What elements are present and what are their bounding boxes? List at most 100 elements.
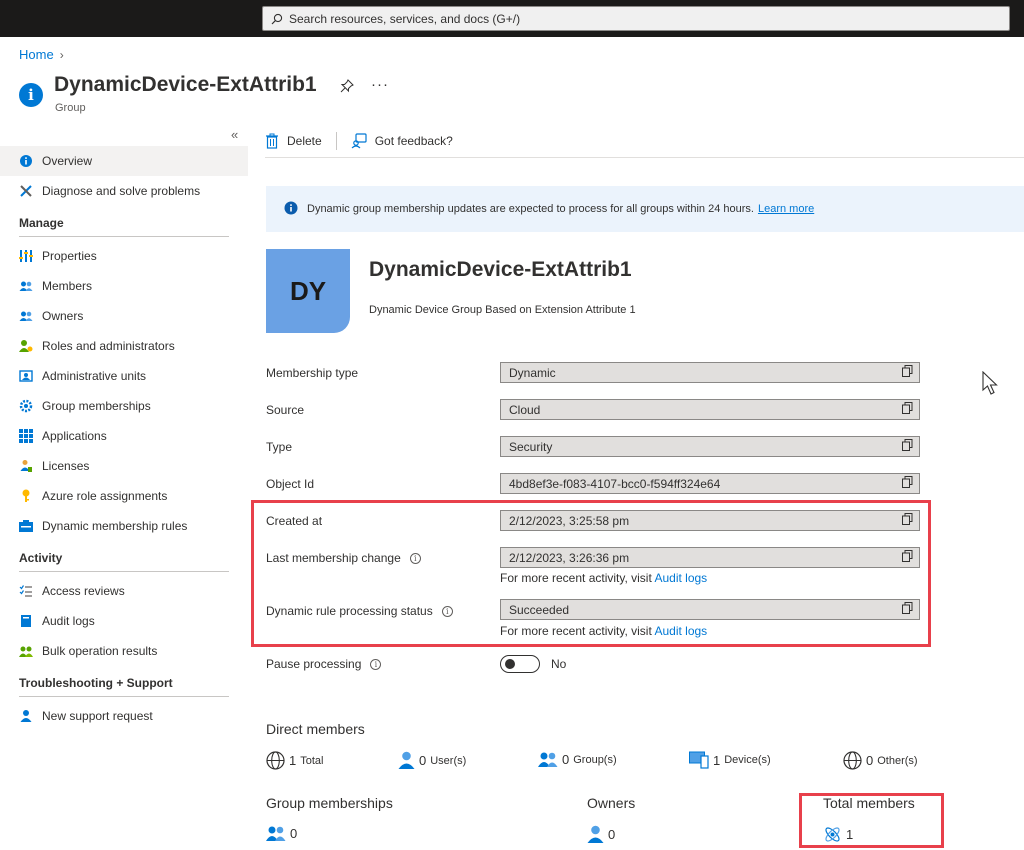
atom-icon (825, 827, 840, 842)
members-icon (19, 279, 33, 293)
field-value: Cloud (509, 402, 541, 417)
group-memberships-count[interactable]: 0 (266, 825, 297, 842)
feedback-label: Got feedback? (374, 134, 453, 148)
stat-count: 0 (290, 826, 298, 841)
source-field: Cloud (500, 399, 920, 420)
copy-icon[interactable] (902, 439, 913, 454)
book-icon (19, 614, 33, 628)
group-icon (538, 752, 558, 767)
stat-count: 0 (562, 752, 570, 767)
copy-icon[interactable] (902, 476, 913, 491)
delete-button[interactable]: Delete (265, 133, 322, 149)
sidebar-item-properties[interactable]: Properties (0, 241, 248, 271)
group-name: DynamicDevice-ExtAttrib1 (369, 258, 632, 281)
stat-count: 0 (866, 753, 874, 768)
label-text: Membership type (266, 366, 359, 380)
group-avatar: DY (266, 249, 350, 333)
stat-label: Device(s) (724, 754, 771, 766)
sidebar-item-label: Applications (42, 429, 107, 443)
page-title: DynamicDevice-ExtAttrib1 (54, 73, 317, 96)
sidebar-item-label: New support request (42, 709, 153, 723)
breadcrumb: Home › (19, 47, 64, 62)
sidebar-item-overview[interactable]: Overview (0, 146, 248, 176)
trash-icon (266, 133, 278, 149)
stat-label: User(s) (430, 754, 467, 767)
info-banner: Dynamic group membership updates are exp… (266, 186, 1024, 232)
source-label: Source (266, 403, 304, 417)
total-members-stat[interactable]: 1 Total (266, 751, 323, 770)
support-person-icon (19, 709, 33, 723)
globe-icon (266, 751, 285, 770)
sidebar-item-label: Audit logs (42, 614, 95, 628)
sidebar-item-admin-units[interactable]: Administrative units (0, 361, 248, 391)
rules-icon (19, 519, 33, 533)
field-value: 4bd8ef3e-f083-4107-bcc0-f594ff324e64 (509, 476, 721, 491)
sidebar-item-licenses[interactable]: Licenses (0, 451, 248, 481)
globe-icon (843, 751, 862, 770)
sidebar-item-access-reviews[interactable]: Access reviews (0, 576, 248, 606)
sidebar-item-label: Properties (42, 249, 97, 263)
sidebar-item-label: Licenses (42, 459, 90, 473)
sidebar-item-label: Roles and administrators (42, 339, 175, 353)
sidebar-item-roles[interactable]: Roles and administrators (0, 331, 248, 361)
more-options-button[interactable]: ··· (371, 76, 389, 93)
info-icon: i (19, 83, 43, 107)
owners-title: Owners (587, 795, 636, 811)
feedback-button[interactable]: Got feedback? (351, 133, 453, 149)
sidebar-item-new-support-request[interactable]: New support request (0, 701, 248, 731)
devices-stat[interactable]: 1 Device(s) (689, 751, 771, 769)
sidebar-item-applications[interactable]: Applications (0, 421, 248, 451)
apps-grid-icon (19, 429, 33, 443)
sidebar-item-label: Azure role assignments (42, 489, 168, 503)
sidebar-item-azure-roles[interactable]: Azure role assignments (0, 481, 248, 511)
stat-count: 1 (713, 752, 721, 768)
sidebar-item-audit-logs[interactable]: Audit logs (0, 606, 248, 636)
info-tooltip-icon[interactable]: i (370, 658, 382, 670)
copy-icon[interactable] (902, 402, 913, 417)
user-icon (398, 751, 415, 769)
copy-icon[interactable] (902, 365, 913, 380)
total-members-title: Total members (823, 795, 915, 811)
users-stat[interactable]: 0 User(s) (398, 751, 466, 770)
pin-icon[interactable] (340, 79, 354, 93)
properties-icon (19, 249, 33, 263)
sidebar-item-dynamic-rules[interactable]: Dynamic membership rules (0, 511, 248, 541)
roles-icon (19, 339, 33, 353)
learn-more-link[interactable]: Learn more (758, 203, 814, 215)
total-members-count[interactable]: 1 (823, 825, 853, 844)
bulk-icon (19, 644, 33, 658)
sidebar-item-owners[interactable]: Owners (0, 301, 248, 331)
label-text: Type (266, 440, 293, 454)
membership-type-label: Membership type (266, 366, 358, 380)
label-text: Object Id (266, 477, 315, 491)
owners-count[interactable]: 0 (587, 825, 615, 844)
breadcrumb-home[interactable]: Home (19, 47, 54, 62)
stat-label: Group(s) (573, 753, 617, 766)
gear-icon (19, 399, 33, 413)
section-divider (19, 571, 229, 572)
group-memberships-title: Group memberships (266, 795, 393, 811)
admin-units-icon (19, 369, 33, 383)
collapse-sidebar-button[interactable]: « (231, 127, 238, 142)
others-stat[interactable]: 0 Other(s) (843, 751, 918, 770)
sidebar-item-members[interactable]: Members (0, 271, 248, 301)
stat-count: 1 (846, 827, 854, 842)
key-icon (19, 489, 33, 503)
sidebar-item-label: Dynamic membership rules (42, 519, 188, 533)
toggle-knob (505, 659, 515, 669)
sidebar-item-diagnose[interactable]: Diagnose and solve problems (0, 176, 248, 206)
sidebar-item-label: Access reviews (42, 584, 125, 598)
search-input[interactable]: Search resources, services, and docs (G+… (262, 6, 1010, 31)
sidebar-item-bulk-operations[interactable]: Bulk operation results (0, 636, 248, 666)
sidebar-item-label: Diagnose and solve problems (42, 184, 201, 198)
object-id-field: 4bd8ef3e-f083-4107-bcc0-f594ff324e64 (500, 473, 920, 494)
section-troubleshooting: Troubleshooting + Support (19, 676, 173, 690)
groups-stat[interactable]: 0 Group(s) (538, 751, 617, 768)
pause-processing-toggle[interactable] (500, 655, 540, 673)
section-manage: Manage (19, 216, 64, 230)
stat-label: Other(s) (877, 754, 918, 767)
sidebar-item-group-memberships[interactable]: Group memberships (0, 391, 248, 421)
sidebar-item-label: Administrative units (42, 369, 147, 383)
highlight-box (251, 500, 931, 647)
label-text: Source (266, 403, 305, 417)
